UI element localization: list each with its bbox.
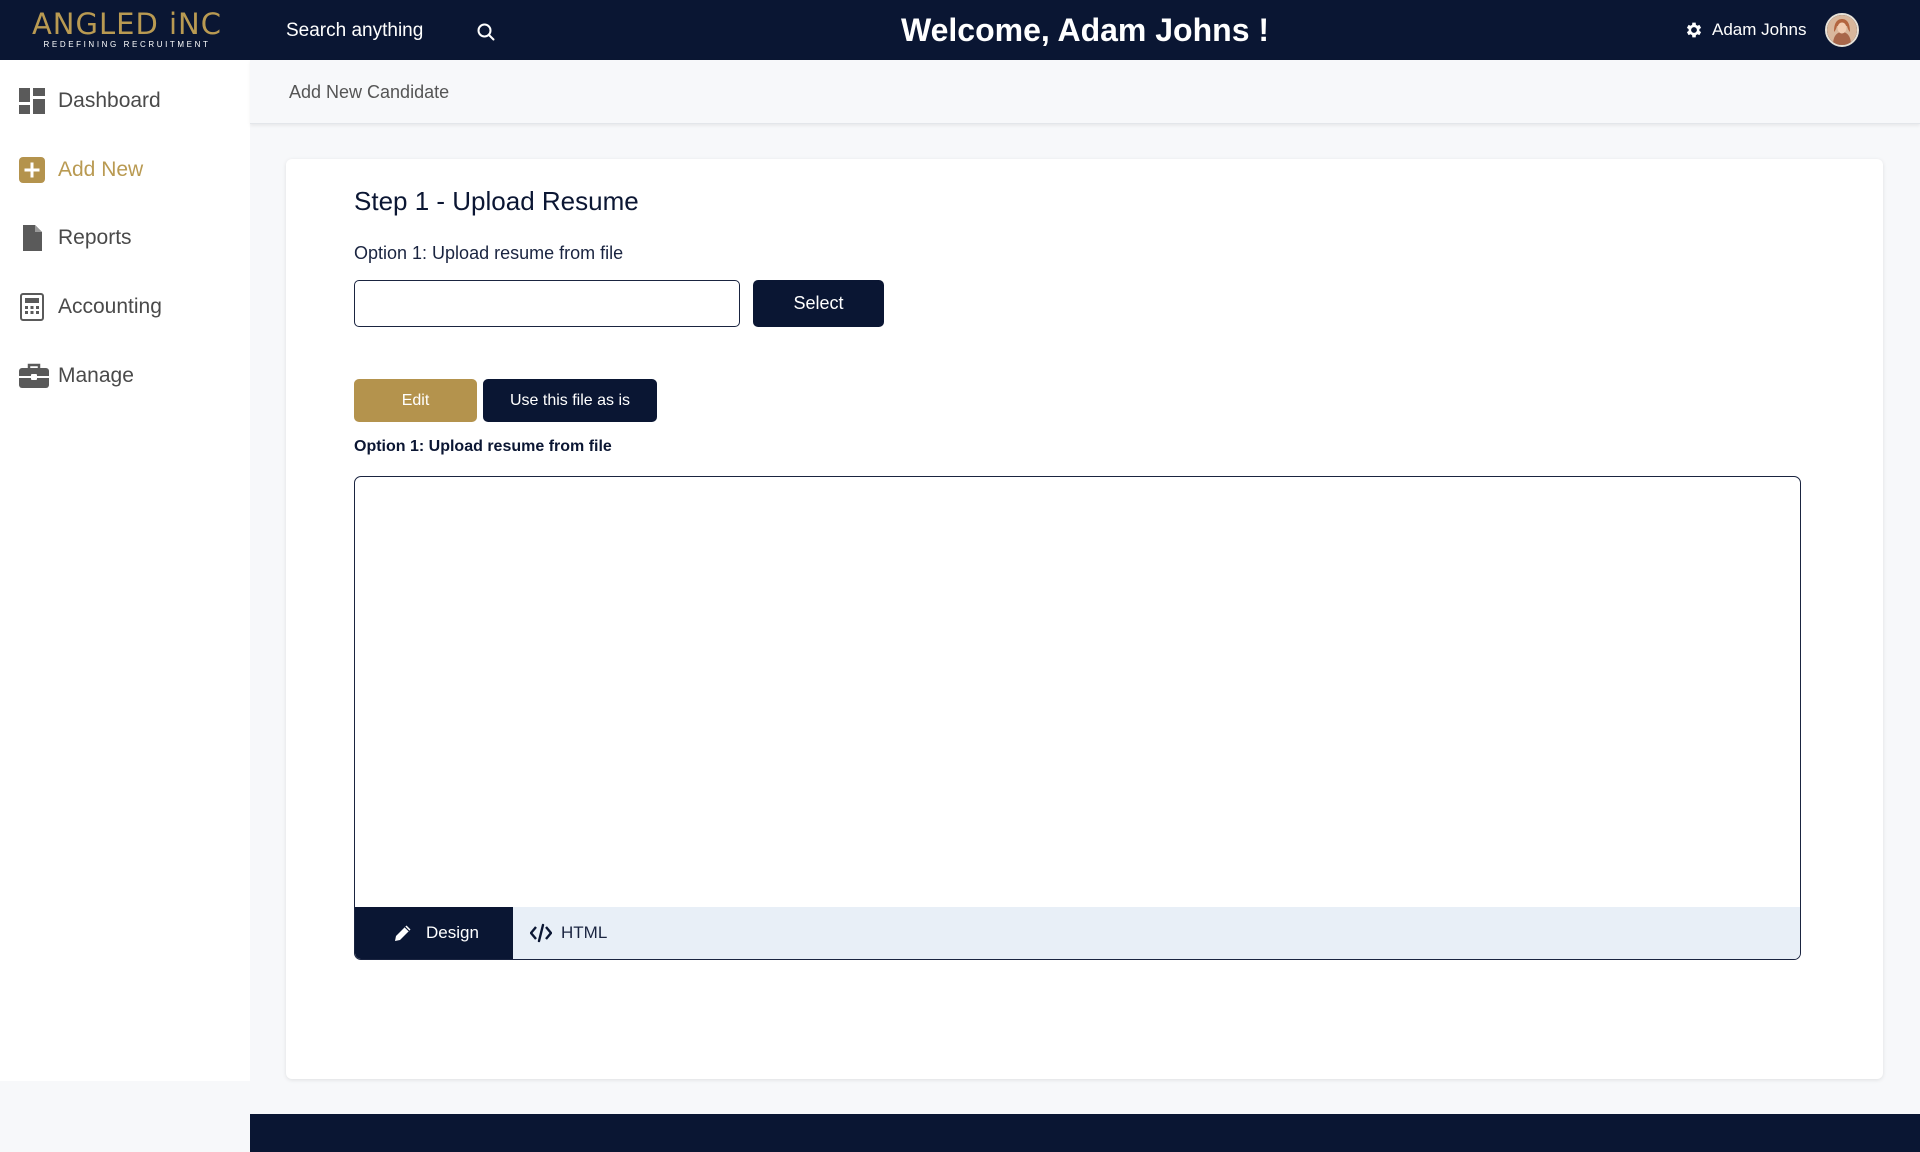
briefcase-icon <box>18 362 49 390</box>
sidebar-item-label: Add New <box>58 158 144 181</box>
upload-resume-card: Step 1 - Upload Resume Option 1: Upload … <box>286 159 1883 1079</box>
editor-mode-tabs: Design HTML <box>355 907 1800 959</box>
upload-option-label: Option 1: Upload resume from file <box>354 243 624 263</box>
search-icon[interactable] <box>476 22 496 42</box>
sidebar-item-label: Dashboard <box>58 89 161 112</box>
gear-icon[interactable] <box>1684 20 1704 40</box>
file-path-input[interactable] <box>354 280 740 327</box>
use-file-as-is-button[interactable]: Use this file as is <box>483 379 657 422</box>
plus-square-icon <box>18 156 46 184</box>
edit-button[interactable]: Edit <box>354 379 477 422</box>
sidebar-item-manage[interactable]: Manage <box>0 350 250 402</box>
avatar[interactable] <box>1824 13 1859 47</box>
sidebar-item-label: Manage <box>58 364 134 387</box>
editor-label: Option 1: Upload resume from file <box>354 438 612 455</box>
sidebar: Dashboard Add New Reports Accounting Man… <box>0 60 250 1081</box>
sidebar-item-label: Accounting <box>58 295 162 318</box>
step-title: Step 1 - Upload Resume <box>354 186 639 216</box>
footer-bar <box>250 1114 1920 1152</box>
user-menu[interactable]: Adam Johns <box>1684 13 1859 47</box>
search-input[interactable]: Search anything <box>286 20 423 42</box>
tab-label: Design <box>426 923 479 942</box>
tab-html[interactable]: HTML <box>513 907 633 959</box>
calculator-icon <box>18 293 46 321</box>
select-file-button[interactable]: Select <box>753 280 884 327</box>
sidebar-item-label: Reports <box>58 226 132 249</box>
page-header: Add New Candidate <box>250 60 1920 124</box>
logo-text: ANGLED iNC <box>31 7 223 41</box>
code-icon <box>529 923 553 943</box>
search-box[interactable]: Search anything <box>286 14 506 48</box>
sidebar-item-dashboard[interactable]: Dashboard <box>0 75 250 127</box>
sidebar-item-accounting[interactable]: Accounting <box>0 281 250 333</box>
dashboard-icon <box>18 87 46 115</box>
tab-label: HTML <box>561 923 608 942</box>
sidebar-item-reports[interactable]: Reports <box>0 212 250 264</box>
tab-design[interactable]: Design <box>355 907 513 959</box>
company-logo[interactable]: ANGLED iNC REDEFINING RECRUITMENT <box>14 9 240 49</box>
document-icon <box>18 224 46 252</box>
pencil-icon <box>393 923 413 943</box>
page-title: Add New Candidate <box>289 82 450 102</box>
user-name[interactable]: Adam Johns <box>1712 20 1807 40</box>
logo-tagline: REDEFINING RECRUITMENT <box>43 40 211 49</box>
top-bar: ANGLED iNC REDEFINING RECRUITMENT Search… <box>0 0 1920 60</box>
resume-editor: Design HTML <box>354 476 1801 960</box>
welcome-message: Welcome, Adam Johns ! <box>900 12 1270 48</box>
sidebar-item-add-new[interactable]: Add New <box>0 144 250 196</box>
editor-content-area[interactable] <box>355 477 1800 907</box>
